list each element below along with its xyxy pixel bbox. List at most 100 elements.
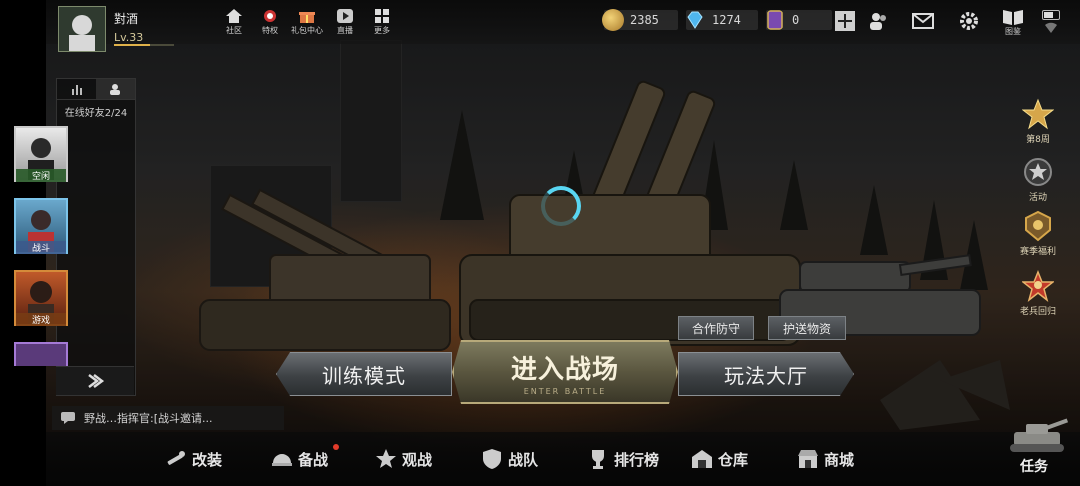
nav-modify[interactable]: 改装 xyxy=(164,444,222,474)
weekly-reward[interactable]: 第8周 xyxy=(1016,98,1060,145)
signal-icon xyxy=(1045,22,1057,33)
nav-modify-label: 改装 xyxy=(192,450,223,469)
enter-battle-sub: ENTER BATTLE xyxy=(523,386,607,396)
game-lobby-button[interactable]: 玩法大厅 xyxy=(678,352,854,396)
trophy-icon xyxy=(592,450,604,469)
player-name: 對酒 xyxy=(114,12,139,26)
person-icon xyxy=(109,84,120,95)
add-resource-icon[interactable] xyxy=(834,10,856,32)
shield-icon xyxy=(483,449,501,469)
veteran-label: 老兵回归 xyxy=(1019,307,1056,317)
online-friends-count: 在线好友2/24 xyxy=(64,108,128,119)
nav-shop[interactable]: 商城 xyxy=(796,444,854,474)
nav-spectate[interactable]: 观战 xyxy=(374,444,432,474)
player-level: Lv.33 xyxy=(114,31,144,44)
friends-expand-button[interactable] xyxy=(56,366,134,395)
task-button[interactable]: 任务 xyxy=(1000,410,1072,480)
warehouse-icon xyxy=(692,450,712,468)
mode-buttons: 训练模式 进入战场 ENTER BATTLE 玩法大厅 xyxy=(276,340,854,404)
nav-warehouse[interactable]: 仓库 xyxy=(690,444,748,474)
nav-live-label: 直播 xyxy=(337,26,353,35)
nav-team-label: 战队 xyxy=(508,450,539,469)
nav-shop-label: 商城 xyxy=(824,450,855,469)
book-icon xyxy=(1003,10,1023,25)
nav-community-label: 社区 xyxy=(226,26,242,35)
guide-label: 图鉴 xyxy=(1005,27,1021,36)
diamond-resource[interactable]: 1274 xyxy=(684,10,741,30)
friend-avatar[interactable]: 战斗 xyxy=(14,198,68,254)
nav-prepare[interactable]: 备战 xyxy=(270,444,328,474)
diamond-icon xyxy=(687,11,703,29)
nav-leaderboard[interactable]: 排行榜 xyxy=(586,444,659,474)
friend-avatar[interactable]: 空闲 xyxy=(14,126,68,182)
bar-chart-icon xyxy=(71,85,82,95)
friends-panel: 在线好友2/24 xyxy=(56,78,136,396)
privilege-icon xyxy=(264,10,276,22)
tank-task-icon xyxy=(1010,418,1069,452)
friend-status: 空闲 xyxy=(16,169,66,182)
more-icon xyxy=(375,9,389,23)
nav-warehouse-label: 仓库 xyxy=(718,450,749,469)
helmet-icon xyxy=(272,454,292,466)
avatar-image xyxy=(59,7,105,51)
loading-spinner xyxy=(541,186,581,226)
gold-coin-icon xyxy=(602,9,624,31)
card-icon xyxy=(767,10,783,30)
season-benefit-button[interactable]: 赛季福利 xyxy=(1016,210,1060,257)
activity-star-icon xyxy=(1024,158,1052,186)
coop-defense-button[interactable]: 合作防守 xyxy=(678,316,754,340)
nav-team[interactable]: 战队 xyxy=(480,444,538,474)
watch-star-icon xyxy=(376,449,396,468)
tab-friends[interactable] xyxy=(96,79,135,99)
mail-icon[interactable] xyxy=(912,10,934,32)
nav-spectate-label: 观战 xyxy=(402,450,433,469)
gold-resource[interactable]: 2385 xyxy=(602,9,659,31)
enter-battle-label: 进入战场 xyxy=(510,354,619,385)
nav-prepare-label: 备战 xyxy=(298,450,329,469)
nav-more[interactable]: 更多 xyxy=(365,8,399,36)
card-amount: 0 xyxy=(792,13,800,27)
chat-message: 野战…指挥官:[战斗邀请... xyxy=(84,412,213,425)
activity-label: 活动 xyxy=(1028,193,1047,203)
player-avatar[interactable] xyxy=(58,6,106,52)
activity-button[interactable]: 活动 xyxy=(1016,156,1060,203)
friend-status: 战斗 xyxy=(16,241,66,254)
nav-gift-center[interactable]: 礼包中心 xyxy=(290,8,324,36)
nav-privilege-label: 特权 xyxy=(262,26,278,35)
nav-gift-label: 礼包中心 xyxy=(291,26,323,35)
weekly-label: 第8周 xyxy=(1026,135,1050,145)
chat-bubble-icon xyxy=(61,412,75,424)
shop-icon xyxy=(798,450,818,468)
tab-rank[interactable] xyxy=(57,79,96,99)
guide-button[interactable]: 图鉴 xyxy=(996,8,1030,38)
chevron-right-icon xyxy=(88,374,104,388)
enter-battle-button[interactable]: 进入战场 ENTER BATTLE xyxy=(452,340,678,404)
friend-status: 游戏 xyxy=(16,313,66,326)
live-icon xyxy=(337,9,353,23)
escort-supplies-button[interactable]: 护送物资 xyxy=(768,316,846,340)
nav-community[interactable]: 社区 xyxy=(217,8,251,36)
friend-avatar[interactable]: 游戏 xyxy=(14,270,68,326)
diamond-amount: 1274 xyxy=(712,13,741,27)
card-resource[interactable]: 0 xyxy=(764,10,799,30)
nav-leaderboard-label: 排行榜 xyxy=(614,450,660,469)
task-label: 任务 xyxy=(1020,459,1048,475)
chat-bar[interactable]: 野战…指挥官:[战斗邀请... xyxy=(52,406,284,430)
home-icon xyxy=(226,9,242,23)
nav-privilege[interactable]: 特权 xyxy=(253,8,287,36)
star-medal-icon xyxy=(1022,98,1054,130)
battery-indicator xyxy=(1042,10,1060,20)
season-label: 赛季福利 xyxy=(1019,247,1056,257)
friends-icon[interactable] xyxy=(868,10,890,32)
nav-live[interactable]: 直播 xyxy=(328,8,362,36)
training-mode-button[interactable]: 训练模式 xyxy=(276,352,452,396)
friends-tabs xyxy=(57,79,135,100)
gear-icon[interactable] xyxy=(958,10,980,32)
wrench-icon xyxy=(167,451,185,465)
notification-dot xyxy=(333,444,339,450)
veteran-icon xyxy=(1022,270,1054,302)
veteran-return-button[interactable]: 老兵回归 xyxy=(1016,270,1060,317)
nav-more-label: 更多 xyxy=(374,26,390,35)
gold-amount: 2385 xyxy=(630,13,659,27)
friend-avatar[interactable] xyxy=(14,342,68,366)
